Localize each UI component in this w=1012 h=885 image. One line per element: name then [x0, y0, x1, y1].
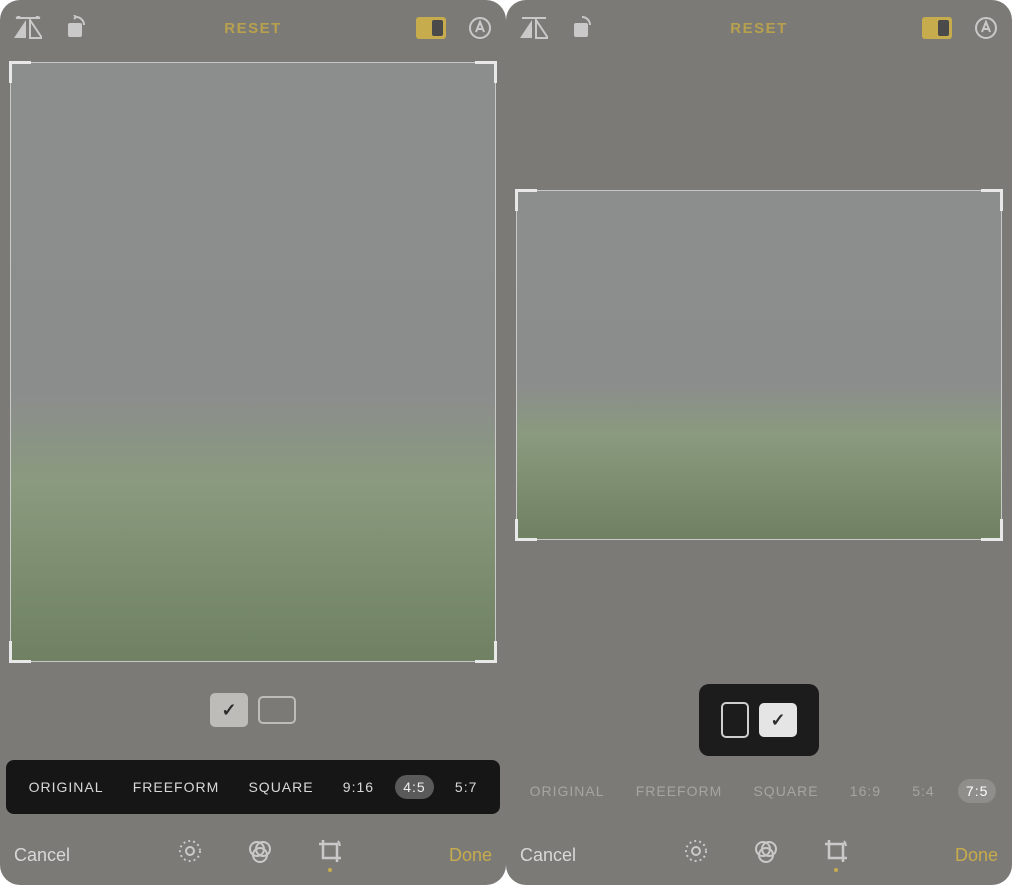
crop-handle-tr[interactable]	[475, 61, 497, 83]
cancel-button[interactable]: Cancel	[520, 845, 576, 866]
edit-mode-tabs	[70, 838, 449, 872]
orientation-landscape-button[interactable]: ✓	[759, 703, 797, 737]
ratio-16-9[interactable]: 16:9	[842, 779, 889, 803]
active-tab-indicator	[834, 868, 838, 872]
edit-mode-tabs	[576, 838, 955, 872]
ratio-freeform[interactable]: FREEFORM	[628, 779, 731, 803]
ratio-square[interactable]: SQUARE	[745, 779, 826, 803]
ratio-5-4[interactable]: 5:4	[904, 779, 942, 803]
crop-handle-br[interactable]	[475, 641, 497, 663]
filters-tab-icon[interactable]	[247, 838, 273, 872]
cancel-button[interactable]: Cancel	[14, 845, 70, 866]
done-button[interactable]: Done	[449, 845, 492, 866]
aspect-ratio-row[interactable]: ORIGINAL FREEFORM SQUARE 16:9 5:4 7:5	[506, 768, 1012, 814]
aspect-ratio-row[interactable]: ORIGINAL FREEFORM SQUARE 9:16 4:5 5:7	[6, 760, 500, 814]
ratio-original[interactable]: ORIGINAL	[522, 779, 613, 803]
ratio-4-5[interactable]: 4:5	[395, 775, 433, 799]
crop-handle-bl[interactable]	[9, 641, 31, 663]
ratio-square[interactable]: SQUARE	[240, 775, 321, 799]
markup-icon[interactable]	[468, 16, 492, 40]
crop-tab-icon[interactable]	[317, 838, 343, 872]
crop-tab-icon[interactable]	[823, 838, 849, 872]
reset-button[interactable]: RESET	[224, 20, 282, 37]
crop-frame[interactable]	[10, 62, 496, 662]
photo-preview	[11, 63, 495, 661]
ratio-freeform[interactable]: FREEFORM	[125, 775, 228, 799]
crop-handle-tr[interactable]	[981, 189, 1003, 211]
aspect-ratio-icon[interactable]	[416, 17, 446, 39]
flip-horizontal-icon[interactable]	[520, 16, 548, 40]
flip-horizontal-icon[interactable]	[14, 16, 42, 40]
reset-button[interactable]: RESET	[730, 20, 788, 37]
check-icon: ✓	[770, 710, 785, 731]
done-button[interactable]: Done	[955, 845, 998, 866]
crop-handle-tl[interactable]	[515, 189, 537, 211]
rotate-icon[interactable]	[570, 15, 596, 41]
check-icon: ✓	[221, 700, 236, 721]
crop-handle-br[interactable]	[981, 519, 1003, 541]
rotate-icon[interactable]	[64, 15, 90, 41]
active-tab-indicator	[328, 868, 332, 872]
filters-tab-icon[interactable]	[753, 838, 779, 872]
screen-left: RESET ✓ ORIGINAL FREEFORM SQUARE 9:16 4:…	[0, 0, 506, 885]
crop-frame[interactable]	[516, 190, 1002, 540]
orientation-portrait-button[interactable]	[721, 702, 749, 738]
orientation-toggle: ✓	[210, 693, 296, 727]
crop-topbar: RESET	[506, 0, 1012, 56]
crop-topbar: RESET	[0, 0, 506, 56]
orientation-landscape-button[interactable]	[258, 696, 296, 724]
ratio-9-16[interactable]: 9:16	[335, 775, 382, 799]
ratio-7-5[interactable]: 7:5	[958, 779, 996, 803]
screen-right: RESET ✓ ORIGINAL FREEFORM SQUARE 16:9 5:…	[506, 0, 1012, 885]
orientation-toggle: ✓	[699, 684, 819, 756]
ratio-original[interactable]: ORIGINAL	[21, 775, 112, 799]
editor-bottombar: Cancel Done	[0, 825, 506, 885]
adjust-tab-icon[interactable]	[683, 838, 709, 872]
crop-handle-tl[interactable]	[9, 61, 31, 83]
editor-bottombar: Cancel Done	[506, 825, 1012, 885]
aspect-ratio-icon[interactable]	[922, 17, 952, 39]
adjust-tab-icon[interactable]	[177, 838, 203, 872]
orientation-portrait-button[interactable]: ✓	[210, 693, 248, 727]
crop-handle-bl[interactable]	[515, 519, 537, 541]
photo-preview	[517, 191, 1001, 539]
ratio-5-7[interactable]: 5:7	[447, 775, 485, 799]
markup-icon[interactable]	[974, 16, 998, 40]
